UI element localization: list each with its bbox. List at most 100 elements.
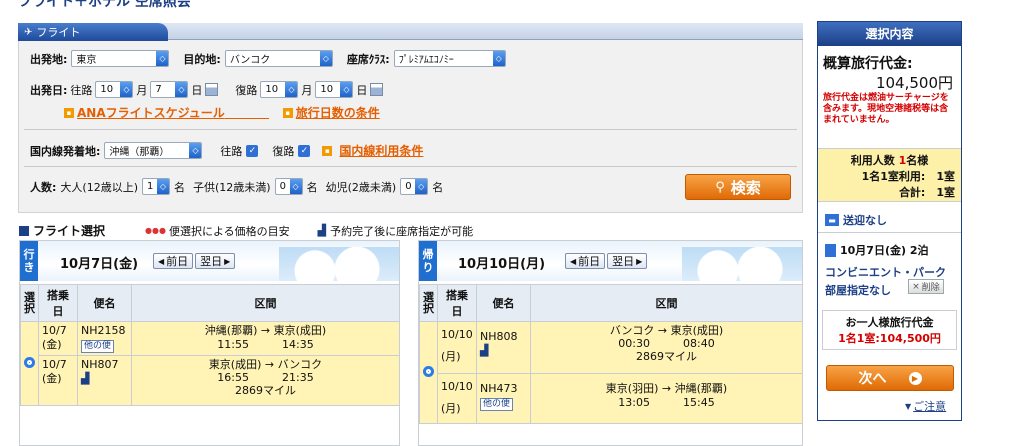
return-next-day-button[interactable]: 翌日 ▶ — [607, 253, 648, 269]
date-cell: 10/10 (月) — [437, 321, 477, 374]
next-button-label: 次へ — [858, 371, 887, 387]
flight-header: 便名 — [476, 284, 531, 322]
outbound-tag-line2: き — [23, 261, 35, 274]
outbound-prev-day-button[interactable]: ◀ 前日 — [153, 253, 194, 269]
links-row: ▪ ANAフライトスケジュール ▪ 旅行日数の条件 — [64, 104, 380, 121]
arrow-right-icon: ▶ — [908, 371, 922, 385]
destination-value: バンコク — [229, 55, 271, 66]
outbound-table: 選択 搭乗日 便名 区間 10/7 (金) NH2158 他の便 沖縄(那覇) → … — [20, 284, 400, 406]
child-select[interactable]: 0 ◇ — [274, 178, 303, 195]
select-cell[interactable] — [20, 321, 39, 406]
destination-label: 目的地: — [183, 52, 221, 66]
month-unit: 月 — [136, 83, 148, 97]
next-button[interactable]: 次へ ▶ — [826, 365, 954, 391]
divider — [24, 166, 797, 167]
ret-month-select[interactable]: 10 ◇ — [260, 81, 299, 98]
outbound-next-day-button[interactable]: 翌日 ▶ — [195, 253, 236, 269]
domestic-ret-checkbox[interactable]: ✓ — [298, 144, 311, 157]
calendar-icon[interactable] — [370, 83, 384, 96]
hotel-row: 10月7日(金) 2泊 — [825, 242, 929, 258]
chevron-down-icon: ◇ — [319, 51, 332, 66]
chevron-down-icon: ◇ — [157, 179, 169, 194]
route-header: 区間 — [530, 284, 803, 322]
selected-radio[interactable] — [423, 365, 434, 377]
price-label: 概算旅行代金: — [823, 56, 913, 72]
calendar-icon[interactable] — [205, 83, 219, 96]
outbound-date: 10月7日(金) — [60, 257, 139, 272]
square-icon — [19, 225, 29, 236]
table-row[interactable]: 10/7 (金) NH2158 他の便 沖縄(那覇) → 東京(成田) 11:55 … — [20, 321, 400, 406]
return-date: 10月10日(月) — [458, 257, 546, 272]
pax-row: 人数: 大人(12歳以上) 1 ◇ 名 子供(12歳未満) 0 ◇ 名 幼児(2歳未… — [30, 178, 443, 195]
flight-cell: NH807 ▟ — [77, 355, 132, 406]
table-row[interactable]: 10/7 (金) NH807 ▟ 東京(成田) → バンコク 16:55 21:35… — [21, 355, 400, 406]
transfer-row: ▬ 送迎なし — [825, 212, 887, 228]
departure-select[interactable]: 東京 ◇ — [71, 50, 170, 67]
car-icon: ▬ — [825, 214, 839, 226]
hotel-name[interactable]: コンビニエント・パーク — [825, 264, 946, 280]
search-button[interactable]: ⚲ 検索 — [685, 174, 791, 200]
pax-label: 人数: — [30, 180, 57, 194]
other-flights-button[interactable]: 他の便 — [81, 340, 115, 353]
flight-cell: NH808 ▟ — [476, 321, 531, 374]
next-label: 翌日 — [200, 255, 223, 268]
close-icon: × — [912, 281, 920, 292]
room-use: 1名1室利用: 1室 — [861, 170, 955, 183]
adult-select[interactable]: 1 ◇ — [142, 178, 170, 195]
out-day-select[interactable]: 7 ◇ — [150, 81, 189, 98]
prev-label: 前日 — [578, 255, 601, 268]
return-prev-day-button[interactable]: ◀ 前日 — [565, 253, 606, 269]
people-count: 利用人数 1名様 — [850, 154, 929, 167]
chevron-down-icon: ◇ — [156, 51, 169, 66]
transfer-text: 送迎なし — [843, 214, 887, 227]
domestic-select[interactable]: 沖縄（那覇） ◇ — [104, 142, 203, 159]
class-select[interactable]: ﾌﾟﾚﾐｱﾑｴｺﾉﾐｰ ◇ — [393, 50, 506, 67]
ret-day-select[interactable]: 10 ◇ — [315, 81, 354, 98]
return-nav: ◀ 前日 翌日 ▶ — [565, 253, 648, 269]
selected-radio[interactable] — [24, 356, 35, 368]
out-month-value: 10 — [100, 84, 114, 95]
outbound-tag: 行き — [20, 241, 38, 281]
delete-button[interactable]: × 削除 — [908, 279, 944, 294]
divider — [24, 129, 797, 130]
table-header: 選択 搭乗日 便名 区間 — [20, 284, 400, 322]
table-row[interactable]: 10/10 (月) NH808 ▟ バンコク → 東京(成田) 00:30 08:4… — [419, 321, 803, 424]
price-dots-icon: ●●● — [145, 226, 166, 235]
seat-icon: ▟ — [480, 344, 489, 357]
search-icon: ⚲ — [715, 179, 725, 195]
route-cell: 東京(成田) → バンコク 16:55 21:35 2869マイル — [131, 355, 400, 406]
month-unit: 月 — [301, 83, 313, 97]
day-unit: 日 — [191, 83, 203, 97]
day-unit: 日 — [356, 83, 368, 97]
plane-icon: ✈ — [24, 26, 33, 38]
chevron-down-icon: ◇ — [175, 82, 188, 97]
tab-flight[interactable]: ✈ フライト — [18, 23, 168, 41]
out-month-select[interactable]: 10 ◇ — [95, 81, 134, 98]
triangle-down-icon: ▼ — [905, 401, 912, 411]
route-cell: バンコク → 東京(成田) 00:30 08:40 2869マイル — [530, 321, 803, 374]
table-row[interactable]: 10/10 (月) NH473 他の便 東京(羽田) → 沖縄(那覇) 13:05 … — [420, 373, 803, 424]
other-flights-button[interactable]: 他の便 — [480, 398, 514, 411]
flight-number: NH807 — [81, 358, 119, 371]
hotel-date: 10月7日(金) 2泊 — [840, 244, 929, 257]
infant-select[interactable]: 0 ◇ — [400, 178, 429, 195]
return-tag-line1: 帰 — [422, 248, 434, 261]
select-cell[interactable] — [419, 321, 438, 424]
chevron-down-icon: ◇ — [340, 82, 353, 97]
per-person-label: お一人様旅行代金 — [845, 316, 934, 329]
flight-cell: NH473 他の便 — [476, 373, 531, 424]
return-tag-line2: り — [422, 261, 434, 274]
flight-number: NH808 — [480, 330, 518, 343]
chevron-down-icon: ◇ — [120, 82, 133, 97]
per-person-value: 1名1室:104,500円 — [838, 332, 941, 345]
domestic-condition-link[interactable]: 国内線利用条件 — [339, 142, 423, 159]
schedule-link[interactable]: ANAフライトスケジュール — [77, 104, 225, 121]
ret-month-value: 10 — [265, 84, 279, 95]
flight-select-legend: フライト選択 ●●● 便選択による価格の目安 ▟ 予約完了後に座席指定が可能 — [19, 222, 473, 239]
caution-link[interactable]: ▼ ご注意 — [905, 398, 946, 414]
child-value: 0 — [279, 181, 286, 192]
domestic-out-checkbox[interactable]: ✓ — [246, 144, 259, 157]
departure-value: 東京 — [76, 55, 97, 66]
days-condition-link[interactable]: 旅行日数の条件 — [296, 104, 380, 121]
destination-select[interactable]: バンコク ◇ — [224, 50, 333, 67]
